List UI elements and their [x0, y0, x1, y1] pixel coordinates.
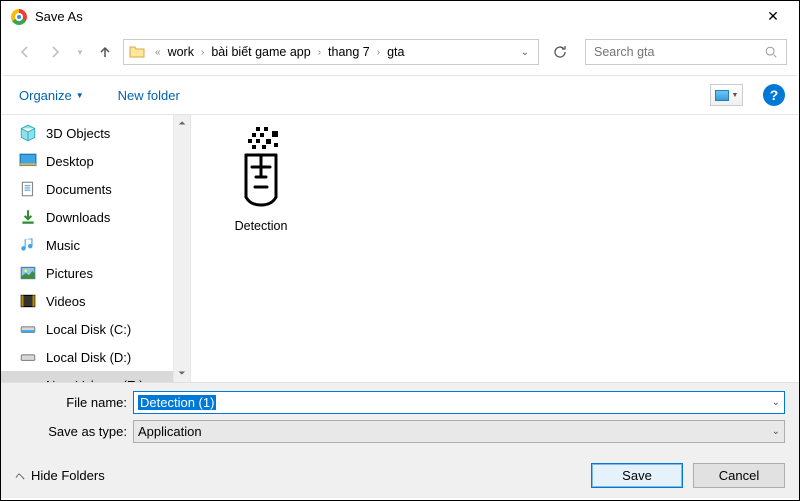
folder-icon	[128, 43, 146, 61]
disk-icon	[19, 376, 37, 382]
type-select[interactable]: Application ⌄	[133, 420, 785, 443]
sidebar-item-disk-d[interactable]: Local Disk (D:)	[1, 343, 173, 371]
chevron-right-icon: ›	[201, 47, 204, 58]
close-button[interactable]: ✕	[757, 8, 789, 25]
file-icon	[221, 123, 301, 213]
sidebar-scrollbar[interactable]: ⏶ ⏷	[173, 115, 190, 382]
breadcrumb-segment[interactable]: work	[166, 43, 196, 61]
caret-down-icon: ▼	[76, 91, 84, 100]
downloads-icon	[19, 208, 37, 226]
filename-input[interactable]: Detection (1) ⌄	[133, 391, 785, 414]
chevron-up-icon: ヘ	[15, 468, 25, 483]
view-mode-button[interactable]: ▼	[710, 84, 743, 106]
sidebar-item-label: Music	[46, 238, 80, 253]
chevron-right-icon: ›	[318, 47, 321, 58]
sidebar-item-label: Documents	[46, 182, 112, 197]
window-title: Save As	[35, 9, 757, 24]
sidebar-item-music[interactable]: Music	[1, 231, 173, 259]
up-button[interactable]	[93, 40, 117, 64]
breadcrumb-bar[interactable]: « work › bài biết game app › thang 7 › g…	[123, 39, 539, 65]
disk-icon	[19, 348, 37, 366]
disk-icon	[19, 320, 37, 338]
documents-icon	[19, 180, 37, 198]
breadcrumb-overflow[interactable]: «	[155, 47, 161, 58]
music-icon	[19, 236, 37, 254]
search-input[interactable]	[594, 45, 764, 59]
filename-history-dropdown[interactable]: ⌄	[772, 397, 780, 408]
type-value: Application	[138, 424, 202, 439]
refresh-button[interactable]	[547, 39, 573, 65]
filename-value: Detection (1)	[138, 395, 216, 410]
type-label: Save as type:	[15, 424, 133, 439]
sidebar-item-label: Desktop	[46, 154, 94, 169]
cube-icon	[19, 124, 37, 142]
pictures-icon	[19, 264, 37, 282]
file-pane[interactable]: Detection	[190, 115, 799, 382]
sidebar-item-downloads[interactable]: Downloads	[1, 203, 173, 231]
sidebar-item-disk-c[interactable]: Local Disk (C:)	[1, 315, 173, 343]
search-box[interactable]	[585, 39, 787, 65]
sidebar-item-label: 3D Objects	[46, 126, 110, 141]
sidebar-item-desktop[interactable]: Desktop	[1, 147, 173, 175]
sidebar-item-label: Downloads	[46, 210, 110, 225]
breadcrumb-history[interactable]: ⌄	[516, 47, 534, 58]
recent-dropdown[interactable]: ▾	[73, 40, 87, 64]
videos-icon	[19, 292, 37, 310]
sidebar-item-documents[interactable]: Documents	[1, 175, 173, 203]
sidebar: 3D Objects Desktop Documents Downloads M…	[1, 115, 173, 382]
type-dropdown-icon: ⌄	[772, 426, 780, 437]
back-button[interactable]	[13, 40, 37, 64]
sidebar-item-pictures[interactable]: Pictures	[1, 259, 173, 287]
scroll-up-button[interactable]: ⏶	[174, 115, 190, 132]
help-button[interactable]: ?	[763, 84, 785, 106]
hide-folders-button[interactable]: ヘ Hide Folders	[15, 468, 105, 483]
filename-label: File name:	[15, 395, 133, 410]
chevron-right-icon: ›	[377, 47, 380, 58]
caret-down-icon: ▼	[732, 92, 739, 99]
sidebar-item-label: Pictures	[46, 266, 93, 281]
breadcrumb-segment[interactable]: bài biết game app	[209, 43, 312, 61]
organize-menu[interactable]: Organize▼	[15, 85, 88, 106]
file-item[interactable]: Detection	[211, 123, 311, 233]
desktop-icon	[19, 152, 37, 170]
sidebar-item-label: New Volume (E:)	[46, 378, 144, 383]
cancel-button[interactable]: Cancel	[693, 463, 785, 488]
new-folder-button[interactable]: New folder	[114, 85, 184, 106]
file-label: Detection	[211, 219, 311, 233]
sidebar-item-videos[interactable]: Videos	[1, 287, 173, 315]
chrome-icon	[11, 9, 27, 25]
save-button[interactable]: Save	[591, 463, 683, 488]
sidebar-item-label: Videos	[46, 294, 86, 309]
breadcrumb-segment[interactable]: gta	[385, 43, 406, 61]
forward-button[interactable]	[43, 40, 67, 64]
search-icon	[764, 45, 778, 59]
scroll-down-button[interactable]: ⏷	[174, 365, 190, 382]
sidebar-item-label: Local Disk (C:)	[46, 322, 131, 337]
sidebar-item-label: Local Disk (D:)	[46, 350, 131, 365]
sidebar-item-3d-objects[interactable]: 3D Objects	[1, 119, 173, 147]
sidebar-item-disk-e[interactable]: New Volume (E:)	[1, 371, 173, 382]
view-thumbnails-icon	[715, 90, 729, 101]
breadcrumb-segment[interactable]: thang 7	[326, 43, 372, 61]
